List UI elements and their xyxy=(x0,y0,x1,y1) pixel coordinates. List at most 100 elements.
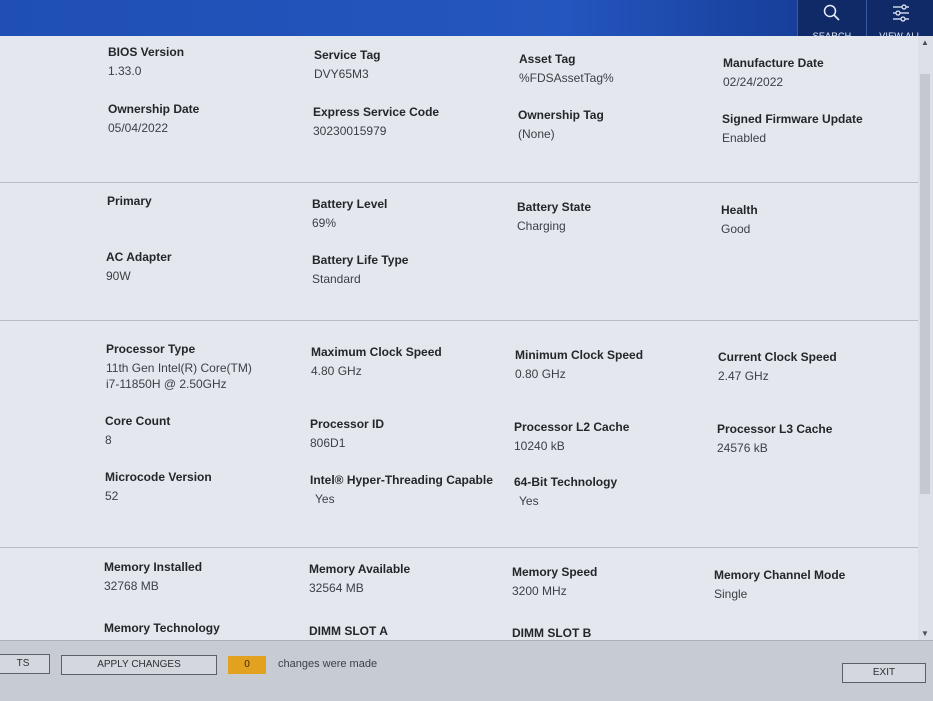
manufacture-date-field: Manufacture Date 02/24/2022 xyxy=(723,56,824,90)
field-value: 30230015979 xyxy=(313,124,387,138)
field-value: 8 xyxy=(105,433,112,447)
field-label: Service Tag xyxy=(314,48,381,62)
field-label: Signed Firmware Update xyxy=(722,112,863,126)
field-label: Processor ID xyxy=(310,417,385,431)
field-value: 32564 MB xyxy=(309,581,364,595)
ownership-date-field: Ownership Date 05/04/2022 xyxy=(108,102,199,136)
field-label: Battery Level xyxy=(312,197,388,211)
field-label: Memory Technology xyxy=(104,621,220,635)
battery-life-type-field: Battery Life Type Standard xyxy=(312,253,408,287)
field-label: Primary xyxy=(107,194,152,208)
field-label: BIOS Version xyxy=(108,45,185,59)
field-value-line2: i7-11850H @ 2.50GHz xyxy=(106,377,227,391)
apply-changes-button[interactable]: APPLY CHANGES xyxy=(61,655,217,675)
field-label: Memory Available xyxy=(309,562,411,576)
restore-defaults-button[interactable]: TS xyxy=(0,654,50,674)
field-value: Good xyxy=(721,222,751,236)
asset-tag-field: Asset Tag %FDSAssetTag% xyxy=(519,52,614,86)
exit-button[interactable]: EXIT xyxy=(842,663,926,683)
hyper-threading-field: Intel® Hyper-Threading Capable Yes xyxy=(310,473,493,507)
memory-technology-field: Memory Technology xyxy=(104,621,220,635)
section-divider xyxy=(0,547,920,548)
scroll-up-arrow-icon[interactable]: ▲ xyxy=(921,38,929,47)
minimum-clock-speed-field: Minimum Clock Speed 0.80 GHz xyxy=(515,348,643,382)
section-divider xyxy=(0,320,920,321)
field-value: 69% xyxy=(312,216,337,230)
memory-channel-mode-field: Memory Channel Mode Single xyxy=(714,568,845,602)
field-label: AC Adapter xyxy=(106,250,172,264)
field-value: 52 xyxy=(105,489,119,503)
microcode-version-field: Microcode Version 52 xyxy=(105,470,212,504)
field-label: Ownership Tag xyxy=(518,108,604,122)
field-label: Current Clock Speed xyxy=(718,350,837,364)
field-value: 806D1 xyxy=(310,436,346,450)
changes-count-badge: 0 xyxy=(228,656,266,674)
field-value: 11th Gen Intel(R) Core(TM) xyxy=(106,361,252,375)
field-value: Yes xyxy=(315,492,335,506)
processor-l2-cache-field: Processor L2 Cache 10240 kB xyxy=(514,420,629,454)
field-label: Express Service Code xyxy=(313,105,440,119)
bottom-action-bar: TS APPLY CHANGES 0 changes were made EXI… xyxy=(0,640,933,701)
field-label: Minimum Clock Speed xyxy=(515,348,644,362)
field-value: Yes xyxy=(519,494,539,508)
core-count-field: Core Count 8 xyxy=(105,414,170,448)
maximum-clock-speed-field: Maximum Clock Speed 4.80 GHz xyxy=(311,345,442,379)
field-label: Processor Type xyxy=(106,342,196,356)
memory-speed-field: Memory Speed 3200 MHz xyxy=(512,565,597,599)
field-label: Processor L3 Cache xyxy=(717,422,833,436)
dimm-slot-a-field: DIMM SLOT A xyxy=(309,624,388,638)
field-label: DIMM SLOT A xyxy=(309,624,388,638)
field-value: (None) xyxy=(518,127,555,141)
ac-adapter-field: AC Adapter 90W xyxy=(106,250,172,284)
changes-status-text: changes were made xyxy=(278,658,378,670)
express-service-code-field: Express Service Code 30230015979 xyxy=(313,105,439,139)
field-label: 64-Bit Technology xyxy=(514,475,618,489)
64-bit-technology-field: 64-Bit Technology Yes xyxy=(514,475,617,509)
field-value: Standard xyxy=(312,272,361,286)
search-icon xyxy=(823,4,840,21)
field-value: 3200 MHz xyxy=(512,584,567,598)
battery-state-field: Battery State Charging xyxy=(517,200,591,234)
field-value: 0.80 GHz xyxy=(515,367,566,381)
battery-level-field: Battery Level 69% xyxy=(312,197,387,231)
dimm-slot-b-field: DIMM SLOT B xyxy=(512,626,591,640)
vertical-scrollbar[interactable]: ▲ ▼ xyxy=(918,36,933,640)
field-label: Maximum Clock Speed xyxy=(311,345,442,359)
field-label: Processor L2 Cache xyxy=(514,420,630,434)
ownership-tag-field: Ownership Tag (None) xyxy=(518,108,604,142)
field-value: %FDSAssetTag% xyxy=(519,71,614,85)
processor-l3-cache-field: Processor L3 Cache 24576 kB xyxy=(717,422,832,456)
field-label: Ownership Date xyxy=(108,102,200,116)
field-label: Memory Channel Mode xyxy=(714,568,846,582)
memory-installed-field: Memory Installed 32768 MB xyxy=(104,560,202,594)
field-label: Manufacture Date xyxy=(723,56,824,70)
field-value: Single xyxy=(714,587,748,601)
field-value: 4.80 GHz xyxy=(311,364,362,378)
field-label: Core Count xyxy=(105,414,171,428)
sliders-icon xyxy=(892,4,909,22)
field-label: DIMM SLOT B xyxy=(512,626,592,640)
field-value: 05/04/2022 xyxy=(108,121,169,135)
field-value: 90W xyxy=(106,269,131,283)
field-label: Microcode Version xyxy=(105,470,212,484)
battery-primary-field: Primary xyxy=(107,194,152,208)
service-tag-field: Service Tag DVY65M3 xyxy=(314,48,380,82)
field-label: Health xyxy=(721,203,758,217)
memory-available-field: Memory Available 32564 MB xyxy=(309,562,410,596)
processor-type-field: Processor Type 11th Gen Intel(R) Core(TM… xyxy=(106,342,252,392)
field-value: 24576 kB xyxy=(717,441,768,455)
processor-id-field: Processor ID 806D1 xyxy=(310,417,384,451)
field-value: DVY65M3 xyxy=(314,67,369,81)
field-value: 02/24/2022 xyxy=(723,75,784,89)
field-label: Battery State xyxy=(517,200,592,214)
scroll-down-arrow-icon[interactable]: ▼ xyxy=(921,629,929,638)
field-label: Asset Tag xyxy=(519,52,576,66)
field-value: Enabled xyxy=(722,131,767,145)
field-value: 1.33.0 xyxy=(108,64,142,78)
field-value: 32768 MB xyxy=(104,579,159,593)
scrollbar-thumb[interactable] xyxy=(920,74,930,494)
field-value: 2.47 GHz xyxy=(718,369,769,383)
system-information-panel: BIOS Version 1.33.0 Service Tag DVY65M3 … xyxy=(0,36,920,640)
section-divider xyxy=(0,182,920,183)
field-value: Charging xyxy=(517,219,566,233)
